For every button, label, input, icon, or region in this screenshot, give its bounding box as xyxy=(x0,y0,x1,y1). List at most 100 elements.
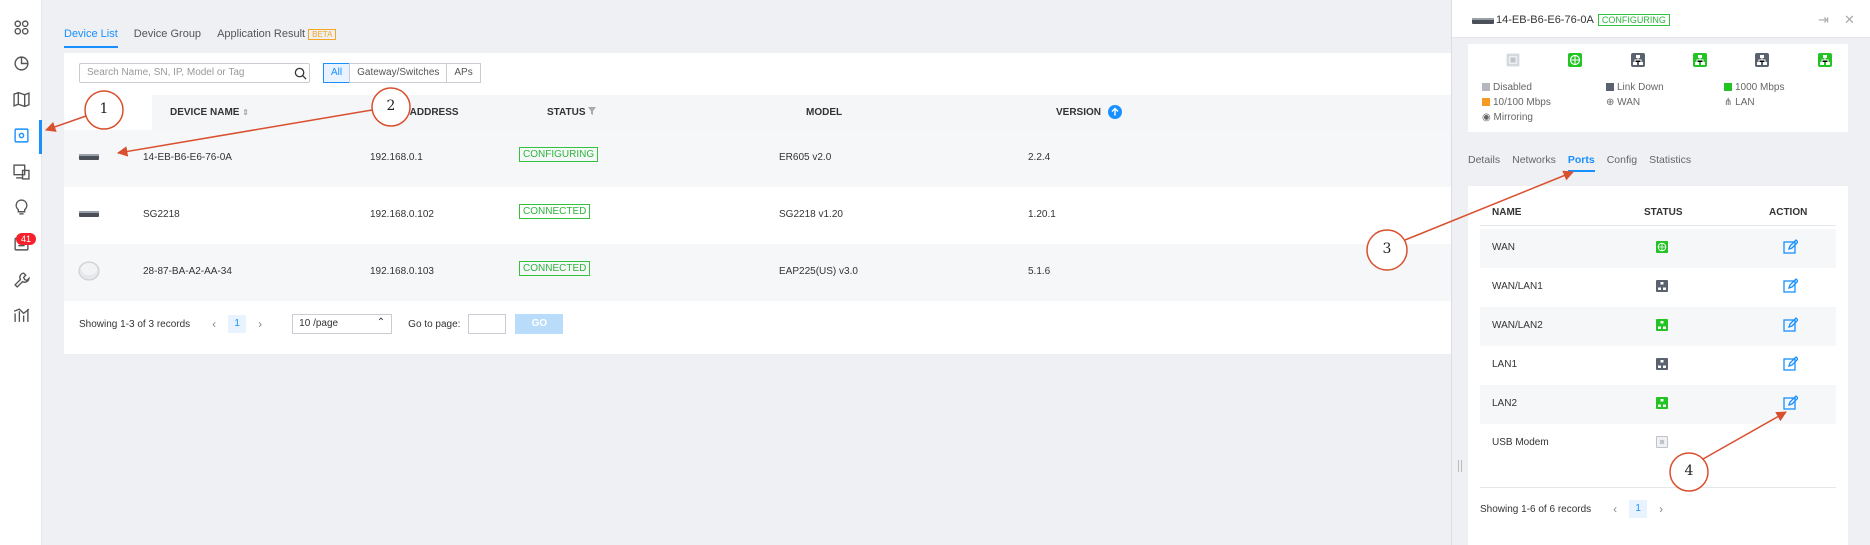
model: ER605 v2.0 xyxy=(779,152,832,163)
map-icon[interactable] xyxy=(10,88,32,110)
port-row: WAN xyxy=(1480,229,1836,268)
column-settings-icon[interactable] xyxy=(1108,105,1122,119)
lan1-port-icon[interactable] xyxy=(1755,53,1769,67)
close-icon[interactable]: ✕ xyxy=(1844,12,1855,28)
filter-aps-button[interactable]: APs xyxy=(446,63,481,83)
goto-page-input[interactable] xyxy=(468,314,507,334)
legend-link-down-label: Link Down xyxy=(1617,82,1664,93)
insights-icon[interactable] xyxy=(10,196,32,218)
tab-statistics[interactable]: Statistics xyxy=(1649,154,1691,172)
panel-status-badge: CONFIGURING xyxy=(1597,14,1670,26)
dashboard-icon[interactable] xyxy=(10,16,32,38)
device-name[interactable]: SG2218 xyxy=(143,209,180,220)
port-name: WAN/LAN1 xyxy=(1492,281,1543,292)
wan-port-icon[interactable] xyxy=(1568,53,1582,67)
tab-application-result[interactable]: Application Result BETA xyxy=(217,28,337,40)
status-badge: CONNECTED xyxy=(519,204,591,219)
status-badge: CONFIGURING xyxy=(519,147,599,162)
panel-device-name: 14-EB-B6-E6-76-0A xyxy=(1496,14,1594,26)
tab-networks[interactable]: Networks xyxy=(1512,154,1556,172)
callout-1-number: 1 xyxy=(99,101,109,117)
column-status-label: STATUS xyxy=(547,107,586,118)
table-row[interactable]: 28-87-BA-A2-AA-34 192.168.0.103 CONNECTE… xyxy=(64,244,1464,301)
prev-page-icon[interactable]: ‹ xyxy=(206,317,222,331)
wan-lan2-port-icon[interactable] xyxy=(1693,53,1707,67)
page-size-value: 10 /page xyxy=(299,318,339,329)
tools-icon[interactable] xyxy=(10,268,32,290)
legend-mirroring-label: Mirroring xyxy=(1493,112,1533,123)
ports-table-header: NAME STATUS ACTION xyxy=(1480,196,1836,226)
lan-status-icon xyxy=(1656,397,1668,409)
lan-icon: ⋔ xyxy=(1724,97,1733,108)
go-button[interactable]: GO xyxy=(515,314,564,334)
port-row: WAN/LAN1 xyxy=(1480,268,1836,307)
edit-icon[interactable] xyxy=(1782,395,1798,411)
legend-link-down: Link Down xyxy=(1606,82,1664,93)
next-page-icon[interactable]: › xyxy=(1653,502,1669,516)
column-status[interactable]: STATUS xyxy=(547,107,597,118)
port-name: LAN1 xyxy=(1492,359,1518,370)
page-number-button[interactable]: 1 xyxy=(228,315,247,333)
legend-lan-label: LAN xyxy=(1735,97,1755,108)
clients-icon[interactable] xyxy=(10,160,32,182)
legend-1000-mbps: 1000 Mbps xyxy=(1724,82,1784,93)
column-model: MODEL xyxy=(806,107,843,118)
device-name[interactable]: 28-87-BA-A2-AA-34 xyxy=(143,266,232,277)
panel-header: 14-EB-B6-E6-76-0A CONFIGURING ⇥ ✕ xyxy=(1452,0,1870,38)
port-row: LAN2 xyxy=(1480,385,1836,424)
search-input[interactable]: Search Name, SN, IP, Model or Tag xyxy=(79,63,310,83)
next-page-icon[interactable]: › xyxy=(252,317,268,331)
device-name[interactable]: 14-EB-B6-E6-76-0A xyxy=(143,152,232,163)
tab-device-list[interactable]: Device List xyxy=(64,28,118,48)
filter-icon[interactable] xyxy=(588,107,597,115)
status-badge: CONNECTED xyxy=(519,261,591,276)
wan-lan1-port-icon[interactable] xyxy=(1631,53,1645,67)
search-icon[interactable] xyxy=(294,67,307,80)
page-number-button[interactable]: 1 xyxy=(1629,500,1648,518)
panel-title: 14-EB-B6-E6-76-0A CONFIGURING xyxy=(1496,14,1670,26)
prev-page-icon[interactable]: ‹ xyxy=(1607,502,1623,516)
table-row[interactable]: 14-EB-B6-E6-76-0A 192.168.0.1 CONFIGURIN… xyxy=(64,130,1464,187)
sort-icon[interactable]: ⇕ xyxy=(242,108,249,117)
column-device-name[interactable]: DEVICE NAME ⇕ xyxy=(170,107,249,118)
page-size-select[interactable]: 10 /page ⌃ xyxy=(292,314,393,334)
device-list-card: Search Name, SN, IP, Model or Tag All Ga… xyxy=(64,53,1464,354)
top-tab-bar: Device List Device Group Application Res… xyxy=(64,20,337,48)
port-name: WAN/LAN2 xyxy=(1492,320,1543,331)
tab-config[interactable]: Config xyxy=(1607,154,1637,172)
edit-icon[interactable] xyxy=(1782,278,1798,294)
ports-table-card: NAME STATUS ACTION WAN WAN/LAN1 WAN/LAN2… xyxy=(1468,186,1848,545)
statistics-icon[interactable] xyxy=(10,52,32,74)
collapse-panel-icon[interactable]: ⇥ xyxy=(1818,12,1829,28)
filter-all-button[interactable]: All xyxy=(323,63,351,83)
column-device-name-label: DEVICE NAME xyxy=(170,107,240,118)
ap-device-icon xyxy=(78,261,100,281)
lan2-port-icon[interactable] xyxy=(1818,53,1832,67)
filter-gateway-switches-button[interactable]: Gateway/Switches xyxy=(349,63,448,83)
usb-port-icon[interactable] xyxy=(1506,53,1520,67)
panel-resize-handle[interactable] xyxy=(1458,460,1462,472)
lan-status-icon xyxy=(1656,319,1668,331)
legend-mirroring: ◉ Mirroring xyxy=(1482,112,1533,123)
column-port-name: NAME xyxy=(1492,207,1522,218)
edit-icon[interactable] xyxy=(1782,356,1798,372)
tab-device-group[interactable]: Device Group xyxy=(134,28,201,40)
port-name: WAN xyxy=(1492,242,1515,253)
devices-icon[interactable] xyxy=(10,124,32,146)
callout-2-number: 2 xyxy=(386,98,396,114)
column-port-status: STATUS xyxy=(1644,207,1683,218)
legend-wan-label: WAN xyxy=(1617,97,1641,108)
model: EAP225(US) v3.0 xyxy=(779,266,858,277)
eye-icon: ◉ xyxy=(1482,112,1491,123)
tab-ports[interactable]: Ports xyxy=(1567,154,1595,172)
edit-icon[interactable] xyxy=(1782,317,1798,333)
column-port-action: ACTION xyxy=(1769,207,1808,218)
link-down-status-icon xyxy=(1656,358,1668,370)
legend-disabled-label: Disabled xyxy=(1493,82,1532,93)
reports-icon[interactable] xyxy=(10,304,32,326)
tab-details[interactable]: Details xyxy=(1468,154,1500,172)
legend-10-100-mbps-label: 10/100 Mbps xyxy=(1493,97,1551,108)
edit-icon[interactable] xyxy=(1782,239,1798,255)
model: SG2218 v1.20 xyxy=(779,209,843,220)
table-row[interactable]: SG2218 192.168.0.102 CONNECTED SG2218 v1… xyxy=(64,187,1464,244)
